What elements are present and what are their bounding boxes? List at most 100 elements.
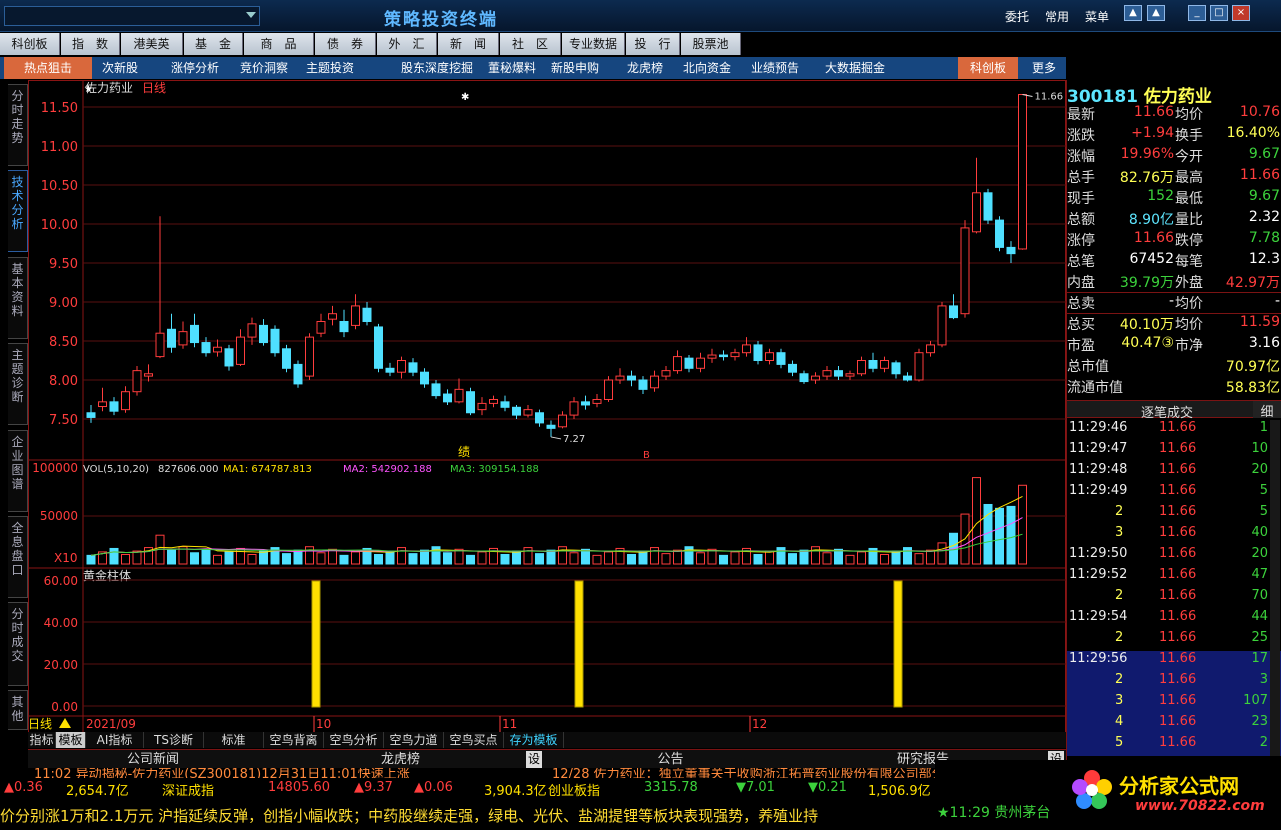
trades-detail-button[interactable]: 细 (1253, 401, 1281, 420)
nav-feature-8[interactable]: 龙虎榜 (614, 57, 676, 79)
nav-market-5[interactable]: 债 券 (315, 33, 376, 55)
close-icon[interactable]: × (1232, 5, 1250, 21)
nav-market-7[interactable]: 新 闻 (438, 33, 499, 55)
candle (1018, 94, 1027, 250)
trade-row: 4 11.66 23 (1067, 714, 1281, 735)
candle (385, 367, 395, 373)
quote-value: 16.40% (1226, 125, 1280, 141)
candle (960, 227, 970, 315)
nav-feature-0[interactable]: 热点狙击 (4, 57, 92, 79)
indicator-tab-7[interactable]: 空鸟力道 (384, 732, 444, 748)
nav-market-1[interactable]: 指 数 (61, 33, 120, 55)
side-tab-6[interactable]: 分时成交 (8, 602, 28, 686)
nav-feature-6[interactable]: 董秘爆料 (482, 57, 542, 79)
side-tab-0[interactable]: 分时走势 (8, 84, 28, 166)
status-item: 3315.78 (644, 780, 698, 795)
side-tab-7[interactable]: 其他 (8, 690, 28, 730)
nav-feature-1[interactable]: 次新股 (90, 57, 150, 79)
pin-icon[interactable]: ▲ (1124, 5, 1142, 21)
trade-time: 11:29:46 (1069, 420, 1128, 435)
indicator-tab-6[interactable]: 空鸟分析 (324, 732, 384, 748)
nav-feature-11[interactable]: 大数据掘金 (814, 57, 896, 79)
trade-price: 11.66 (1159, 714, 1197, 729)
nav-feature-7[interactable]: 新股申购 (544, 57, 606, 79)
minimize-icon[interactable]: _ (1188, 5, 1206, 21)
chevron-down-icon[interactable] (246, 12, 256, 18)
nav-market-9[interactable]: 专业数据 (562, 33, 625, 55)
trade-price: 11.66 (1159, 462, 1197, 477)
indicator-tab-4[interactable]: 标准 (204, 732, 264, 748)
news-line[interactable]: 11:02 异动揭秘-佐力药业(SZ300181)12月31日11:01快速上涨… (28, 768, 1066, 778)
trade-price: 11.66 (1159, 735, 1197, 750)
period-up-icon[interactable] (59, 718, 71, 728)
side-tab-1[interactable]: 技术分析 (8, 170, 28, 252)
news-right[interactable]: 12/28 佐力药业：独立董事关于收购浙江拓普药业股份有限公司部分股权 (552, 768, 971, 778)
menu-main[interactable]: 菜单 (1085, 8, 1109, 25)
kline-chart[interactable]: 11.50 11.00 10.50 10.00 9.50 9.00 8.50 8.00 7.50… (28, 80, 1066, 733)
volume-bar (397, 547, 406, 565)
trade-price: 11.66 (1159, 483, 1197, 498)
side-tab-4[interactable]: 企业图谱 (8, 430, 28, 512)
side-tab-5[interactable]: 全息盘口 (8, 516, 28, 598)
nav-feature-4[interactable]: 主题投资 (300, 57, 360, 79)
news-ticker[interactable]: 价分别涨1万和2.1万元 沪指延续反弹，创指小幅收跌；中药股继续走强，绿电、光伏… (0, 800, 935, 830)
trade-row: 2 11.66 3 (1067, 672, 1281, 693)
ticker-text[interactable]: 价分别涨1万和2.1万元 沪指延续反弹，创指小幅收跌；中药股继续走强，绿电、光伏… (0, 805, 818, 826)
nav-feature-12[interactable]: 科创板 (958, 57, 1018, 79)
trade-time: 2 (1115, 672, 1124, 687)
quote-value: 9.67 (1248, 188, 1280, 204)
float-icon[interactable]: ▲ (1147, 5, 1165, 21)
brand-name: 分析家公式网 (1119, 774, 1239, 798)
tab-company-news[interactable]: 公司新闻 (28, 751, 278, 768)
trade-volume: 20 (1251, 462, 1268, 477)
buy-marker: B (643, 450, 650, 461)
nav-market-0[interactable]: 科创板 (0, 33, 60, 55)
index-status-bar: ▲0.36 2,654.7亿 深证成指 14805.60 ▲9.37 ▲0.06 3,904… (0, 778, 935, 798)
trade-volume: 44 (1251, 609, 1268, 624)
nav-feature-13[interactable]: 更多 (1028, 57, 1060, 79)
stock-search-combo[interactable] (4, 6, 260, 26)
indicator-tab-0[interactable]: 指标 (28, 732, 56, 748)
nav-feature-3[interactable]: 竞价洞察 (230, 57, 298, 79)
gold-tick: 20.00 (44, 658, 78, 672)
nav-feature-9[interactable]: 北向资金 (676, 57, 738, 79)
indicator-tab-1[interactable]: 模板 (56, 732, 86, 748)
nav-market-10[interactable]: 投 行 (626, 33, 680, 55)
trade-price: 11.66 (1159, 672, 1197, 687)
nav-feature-10[interactable]: 业绩预告 (744, 57, 806, 79)
news-left[interactable]: 11:02 异动揭秘-佐力药业(SZ300181)12月31日11:01快速上涨 (34, 768, 410, 778)
nav-market-6[interactable]: 外 汇 (377, 33, 437, 55)
date-label: 11 (502, 717, 517, 731)
trade-price: 11.66 (1159, 546, 1197, 561)
indicator-tab-9[interactable]: 存为模板 (504, 732, 564, 748)
quote-label: 流通市值 (1067, 380, 1123, 396)
side-tab-3[interactable]: 主题诊断 (8, 343, 28, 425)
menu-common[interactable]: 常用 (1045, 8, 1069, 25)
candle (466, 391, 475, 414)
nav-feature-5[interactable]: 股东深度挖掘 (392, 57, 482, 79)
side-tab-2[interactable]: 基本资料 (8, 257, 28, 339)
nav-market-2[interactable]: 港美英 (121, 33, 183, 55)
candle (650, 375, 659, 389)
candle (707, 354, 717, 359)
nav-market-4[interactable]: 商 品 (244, 33, 314, 55)
indicator-tab-5[interactable]: 空鸟背离 (264, 732, 324, 748)
candle (167, 328, 176, 348)
menu-trade[interactable]: 委托 (1005, 8, 1029, 25)
indicator-tab-8[interactable]: 空鸟买点 (444, 732, 504, 748)
news-settings-button[interactable]: 设 (526, 751, 542, 768)
tab-announcements[interactable]: 公告 (543, 751, 798, 768)
indicator-tab-3[interactable]: TS诊断 (144, 732, 204, 748)
maximize-icon[interactable]: □ (1210, 5, 1228, 21)
status-item: 1,506.9亿 (868, 784, 931, 798)
nav-market-11[interactable]: 股票池 (681, 33, 741, 55)
volume-bar (569, 552, 579, 565)
ticker-right[interactable]: ★11:29 贵州茅台 (937, 802, 1050, 822)
nav-market-8[interactable]: 社 区 (500, 33, 561, 55)
tab-dragon-tiger[interactable]: 龙虎榜 (278, 751, 523, 768)
nav-feature-2[interactable]: 涨停分析 (160, 57, 230, 79)
nav-market-3[interactable]: 基 金 (184, 33, 243, 55)
candle (86, 412, 96, 418)
trades-scrollbar[interactable] (1270, 420, 1280, 756)
indicator-tab-2[interactable]: AI指标 (86, 732, 144, 748)
